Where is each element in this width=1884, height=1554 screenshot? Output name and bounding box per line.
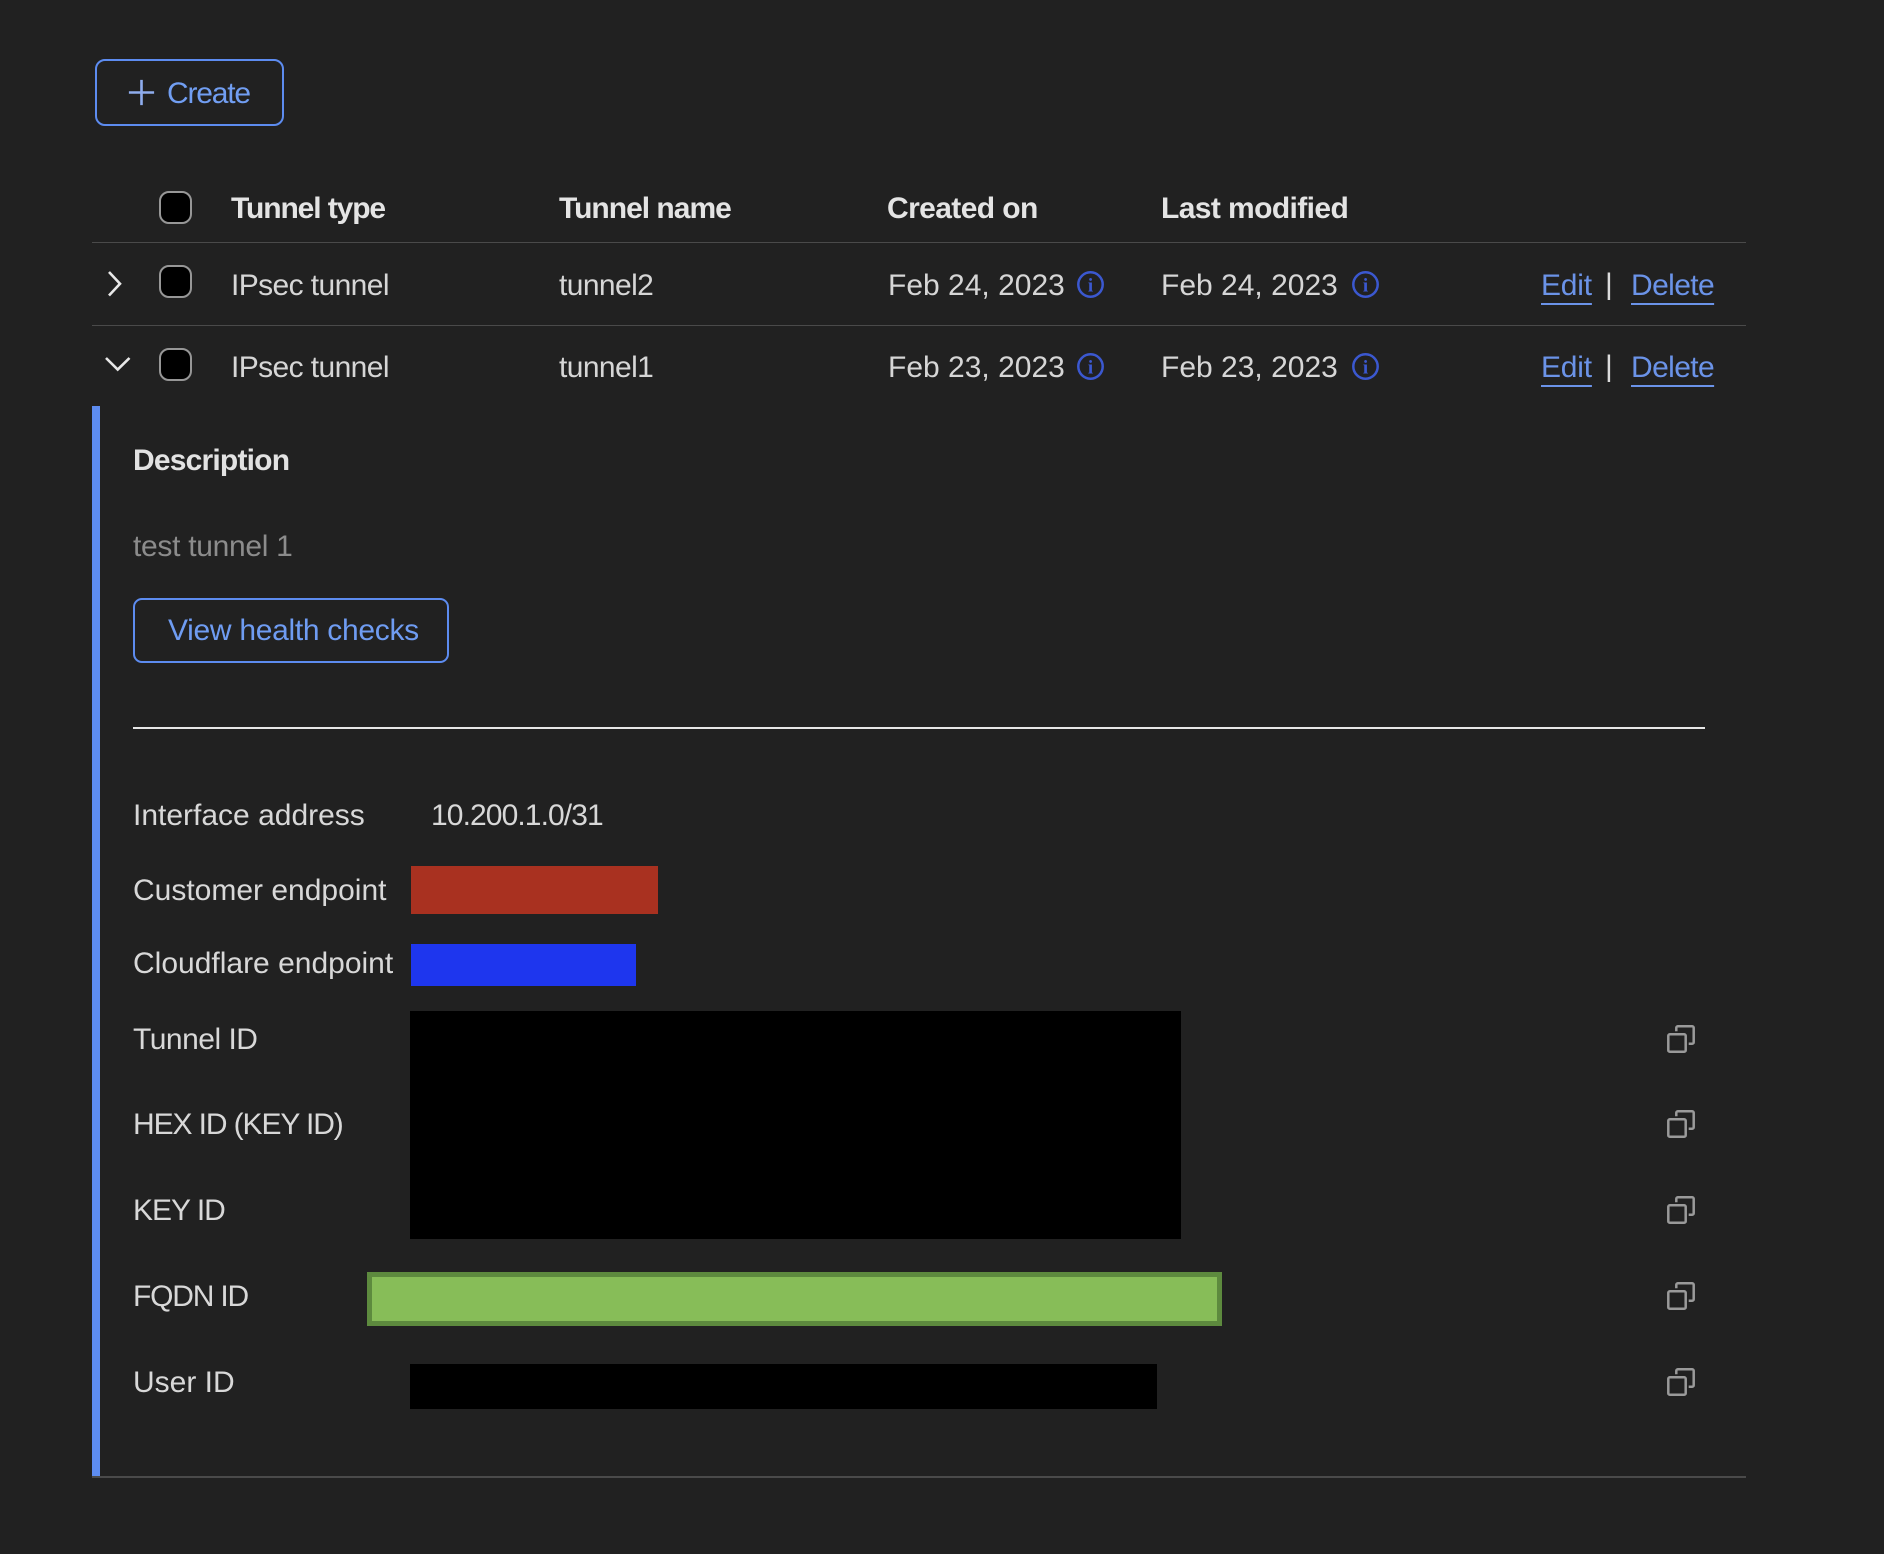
svg-text:i: i (1363, 276, 1368, 297)
svg-text:i: i (1363, 358, 1368, 379)
svg-text:i: i (1088, 276, 1093, 297)
svg-text:i: i (1088, 358, 1093, 379)
